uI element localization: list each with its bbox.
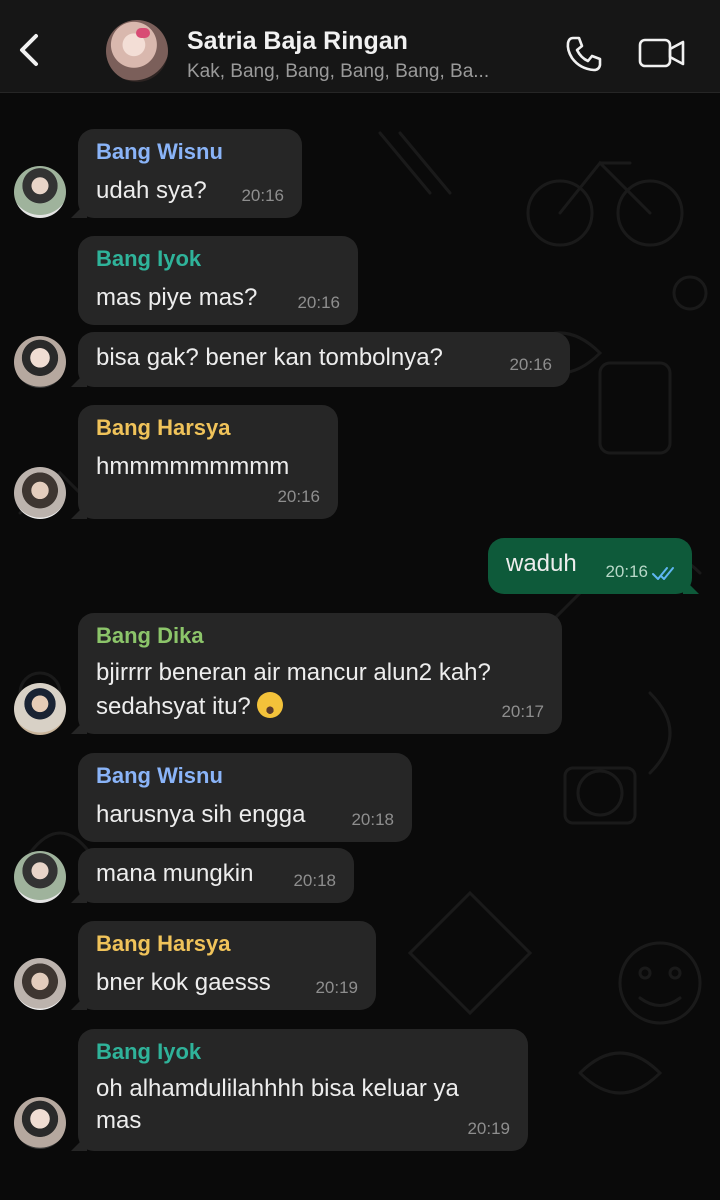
message-time: 20:19 [315, 978, 358, 997]
message-time: 20:16 [605, 562, 648, 581]
video-call-icon[interactable] [638, 36, 686, 70]
avatar-iyok[interactable] [14, 1097, 66, 1149]
sender-name[interactable]: Bang Dika [96, 623, 204, 649]
message-text-line: mas [96, 1107, 142, 1134]
chat-header: Satria Baja Ringan Kak, Bang, Bang, Bang… [0, 0, 720, 93]
message-bubble[interactable]: Bang Iyok oh alhamdulilahhhh bisa keluar… [71, 1029, 528, 1151]
group-avatar[interactable] [106, 20, 168, 82]
message-text: udah sya? [96, 177, 207, 204]
avatar-wisnu[interactable] [14, 851, 66, 903]
message-time: 20:18 [351, 810, 394, 829]
group-title[interactable]: Satria Baja Ringan [187, 27, 408, 56]
sender-name[interactable]: Bang Iyok [96, 1039, 201, 1065]
back-icon[interactable] [14, 30, 44, 70]
message-bubble[interactable]: Bang Wisnu udah sya? 20:16 [71, 129, 302, 218]
message-time: 20:16 [241, 186, 284, 205]
message-text: mana mungkin [96, 860, 254, 887]
message-time: 20:16 [277, 487, 320, 506]
message-bubble[interactable]: Bang Iyok mas piye mas? 20:16 [78, 236, 358, 325]
message-bubble[interactable]: mana mungkin 20:18 [71, 848, 354, 903]
message-text-line: oh alhamdulilahhhh bisa keluar ya [96, 1075, 459, 1102]
sender-name[interactable]: Bang Wisnu [96, 763, 223, 789]
message-text-line: bjirrrr beneran air mancur alun2 kah? [96, 659, 491, 686]
message-text: mas piye mas? [96, 284, 258, 311]
message-text: bisa gak? bener kan tombolnya? [96, 344, 443, 371]
avatar-harsya[interactable] [14, 958, 66, 1010]
message-bubble[interactable]: Bang Harsya hmmmmmmmmm 20:16 [71, 405, 338, 519]
sender-name[interactable]: Bang Harsya [96, 415, 231, 441]
message-bubble[interactable]: Bang Wisnu harusnya sih engga 20:18 [78, 753, 412, 842]
read-receipt-icon [652, 567, 674, 580]
group-members[interactable]: Kak, Bang, Bang, Bang, Bang, Ba... [187, 61, 489, 83]
voice-call-icon[interactable] [564, 34, 604, 74]
message-text: bner kok gaesss [96, 969, 271, 996]
message-bubble[interactable]: Bang Dika bjirrrr beneran air mancur alu… [71, 613, 562, 734]
avatar-harsya[interactable] [14, 467, 66, 519]
message-text: waduh [506, 550, 577, 577]
sender-name[interactable]: Bang Iyok [96, 246, 201, 272]
message-time: 20:17 [501, 702, 544, 721]
message-bubble[interactable]: bisa gak? bener kan tombolnya? 20:16 [71, 332, 570, 387]
message-bubble[interactable]: Bang Harsya bner kok gaesss 20:19 [71, 921, 376, 1010]
message-time: 20:16 [509, 355, 552, 374]
outgoing-message-bubble[interactable]: waduh 20:16 [488, 538, 699, 594]
avatar-iyok[interactable] [14, 336, 66, 388]
message-time: 20:16 [297, 293, 340, 312]
sender-name[interactable]: Bang Wisnu [96, 139, 223, 165]
avatar-dika[interactable] [14, 683, 66, 735]
message-time: 20:18 [293, 871, 336, 890]
sender-name[interactable]: Bang Harsya [96, 931, 231, 957]
chat-area[interactable]: Bang Wisnu udah sya? 20:16 Bang Iyok mas… [0, 93, 720, 1200]
message-text: harusnya sih engga [96, 801, 306, 828]
anxious-face-emoji [256, 691, 283, 718]
avatar-wisnu[interactable] [14, 166, 66, 218]
message-text-line: sedahsyat itu? [96, 691, 283, 723]
message-text: hmmmmmmmmm [96, 453, 290, 480]
message-time: 20:19 [467, 1119, 510, 1138]
